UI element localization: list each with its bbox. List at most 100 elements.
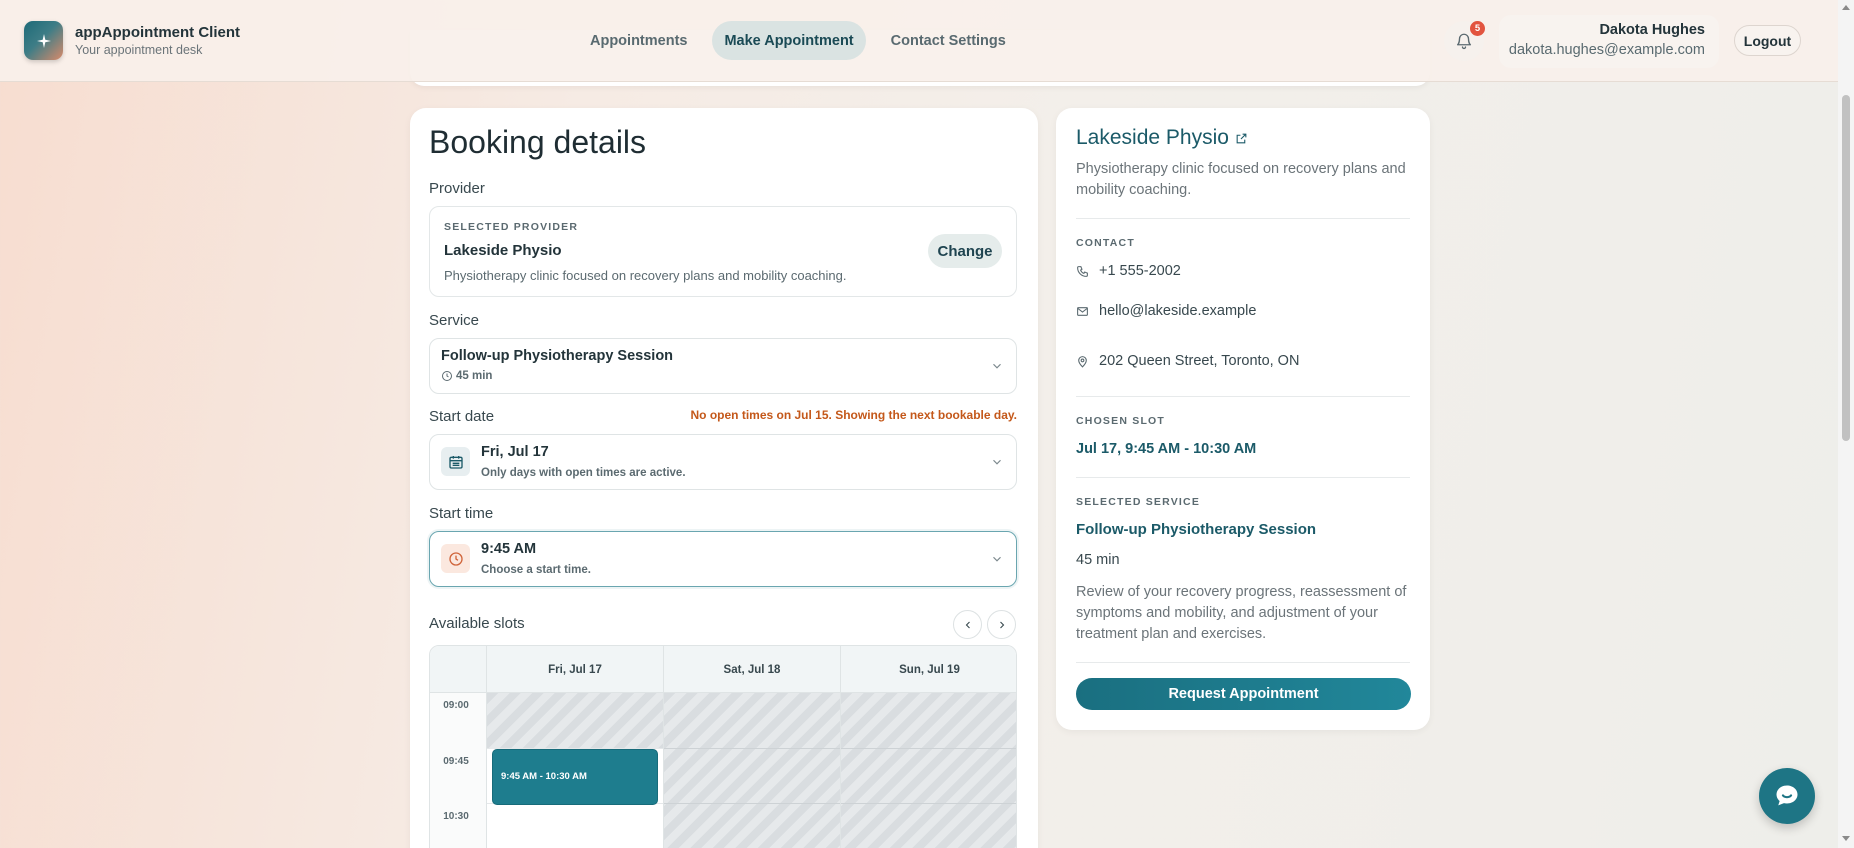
booking-card: Booking details Provider SELECTED PROVID… [410, 108, 1038, 848]
start-date-select[interactable]: Fri, Jul 17 Only days with open times ar… [429, 434, 1017, 490]
logout-button[interactable]: Logout [1734, 25, 1801, 56]
clock-icon [442, 371, 452, 381]
brand[interactable]: appAppointment Client Your appointment d… [24, 21, 240, 60]
external-link-icon [1236, 133, 1247, 143]
bell-icon [1456, 33, 1472, 50]
time-column: 09:00 09:45 10:30 [430, 693, 486, 848]
row-line [664, 803, 840, 804]
detail-provider-name: Lakeside Physio [1076, 126, 1229, 149]
detail-provider-description: Physiotherapy clinic focused on recovery… [1076, 161, 1406, 198]
provider-description: Physiotherapy clinic focused on recovery… [444, 268, 847, 283]
divider [1076, 477, 1410, 478]
divider [1076, 218, 1410, 219]
change-provider-button[interactable]: Change [928, 234, 1002, 268]
notification-count-badge: 5 [1470, 21, 1485, 36]
time-label: 09:00 [443, 700, 469, 711]
phone-number: +1 555-2002 [1099, 263, 1181, 279]
chevron-left-icon [965, 621, 970, 628]
scroll-thumb[interactable] [1842, 95, 1850, 441]
calendar-icon [448, 455, 463, 469]
chosen-slot-label: CHOSEN SLOT [1076, 415, 1166, 427]
start-time-value: 9:45 AM [481, 541, 537, 557]
user-profile[interactable]: Dakota Hughes dakota.hughes@example.com [1499, 15, 1719, 68]
user-email: dakota.hughes@example.com [1508, 42, 1705, 58]
chat-bubble-icon [1776, 785, 1798, 806]
tab-appointments[interactable]: Appointments [578, 21, 699, 60]
sparkle-logo-icon [24, 21, 63, 60]
chevron-down-icon [993, 556, 1001, 562]
clock-icon-tile [441, 544, 470, 573]
tab-contact-settings[interactable]: Contact Settings [879, 21, 1018, 60]
day-column-sat [663, 693, 840, 848]
app-header: appAppointment Client Your appointment d… [0, 0, 1838, 82]
chosen-slot-value: Jul 17, 9:45 AM - 10:30 AM [1076, 441, 1257, 457]
slot-calendar: Fri, Jul 17 Sat, Jul 18 Sun, Jul 19 09:0… [429, 645, 1017, 848]
clock-icon [448, 551, 463, 566]
calendar-day-header: Sun, Jul 19 [840, 646, 1016, 693]
unavailable-block [487, 693, 664, 748]
row-line [664, 748, 840, 749]
chevron-down-icon [993, 459, 1001, 465]
chevron-right-icon [999, 621, 1004, 628]
calendar-day-header: Fri, Jul 17 [486, 646, 663, 693]
notifications-button[interactable]: 5 [1444, 21, 1485, 61]
contact-label: CONTACT [1076, 237, 1135, 249]
slots-prev-button[interactable] [953, 610, 982, 639]
provider-detail-card: Lakeside Physio Physiotherapy clinic foc… [1056, 108, 1430, 730]
calendar-body: 09:00 09:45 10:30 9:45 AM - 10:30 AM [430, 693, 1016, 848]
start-time-select[interactable]: 9:45 AM Choose a start time. [429, 531, 1017, 587]
tab-make-appointment[interactable]: Make Appointment [712, 21, 866, 60]
time-label: 10:30 [443, 811, 469, 822]
main-nav: Appointments Make Appointment Contact Se… [578, 21, 1031, 60]
scroll-down-arrow[interactable] [1842, 836, 1850, 841]
day-column-sun [840, 693, 1016, 848]
email-address: hello@lakeside.example [1099, 303, 1257, 319]
detail-provider-link[interactable]: Lakeside Physio [1076, 126, 1248, 150]
calendar-header: Fri, Jul 17 Sat, Jul 18 Sun, Jul 19 [430, 646, 1016, 693]
provider-label: Provider [429, 180, 485, 197]
service-value: Follow-up Physiotherapy Session [441, 348, 674, 364]
mail-icon [1077, 306, 1088, 316]
divider [1076, 396, 1410, 397]
booking-title: Booking details [429, 124, 647, 160]
start-date-label: Start date [429, 408, 495, 425]
app-title: appAppointment Client [75, 24, 240, 41]
slots-next-button[interactable] [987, 610, 1016, 639]
time-label: 09:45 [443, 756, 469, 767]
available-slots-label: Available slots [429, 615, 525, 632]
selected-slot-block[interactable]: 9:45 AM - 10:30 AM [492, 749, 658, 805]
app-subtitle: Your appointment desk [75, 43, 203, 57]
street-address: 202 Queen Street, Toronto, ON [1099, 353, 1300, 369]
calendar-day-header: Sat, Jul 18 [663, 646, 840, 693]
row-line [841, 748, 1016, 749]
start-time-hint: Choose a start time. [481, 564, 591, 576]
user-name: Dakota Hughes [1599, 22, 1705, 38]
chat-button[interactable] [1759, 768, 1815, 824]
provider-name: Lakeside Physio [444, 242, 562, 259]
start-date-value: Fri, Jul 17 [481, 444, 549, 460]
service-select[interactable]: Follow-up Physiotherapy Session 45 min [429, 338, 1017, 394]
service-duration: 45 min [441, 370, 492, 382]
start-date-hint: Only days with open times are active. [481, 467, 686, 479]
page-scrollbar[interactable] [1838, 0, 1854, 848]
day-column-fri: 9:45 AM - 10:30 AM [486, 693, 664, 848]
provider-box: SELECTED PROVIDER Lakeside Physio Physio… [429, 206, 1017, 297]
selected-service-label: SELECTED SERVICE [1076, 496, 1201, 508]
calendar-icon-tile [441, 447, 470, 476]
selected-service-description: Review of your recovery progress, reasse… [1076, 584, 1407, 642]
contact-email: hello@lakeside.example [1076, 303, 1256, 319]
date-warning: No open times on Jul 15. Showing the nex… [690, 408, 1018, 422]
phone-icon [1077, 265, 1088, 277]
request-appointment-button[interactable]: Request Appointment [1076, 678, 1411, 710]
location-pin-icon [1078, 355, 1087, 368]
divider [1076, 662, 1410, 663]
selected-provider-label: SELECTED PROVIDER [444, 221, 579, 233]
contact-address: 202 Queen Street, Toronto, ON [1076, 353, 1299, 369]
selected-service-duration: 45 min [1076, 552, 1120, 568]
service-label: Service [429, 312, 480, 329]
start-time-label: Start time [429, 505, 494, 522]
service-duration-text: 45 min [456, 370, 493, 382]
chevron-down-icon [993, 363, 1001, 369]
scroll-up-arrow[interactable] [1842, 5, 1850, 10]
selected-service-name: Follow-up Physiotherapy Session [1076, 521, 1317, 538]
